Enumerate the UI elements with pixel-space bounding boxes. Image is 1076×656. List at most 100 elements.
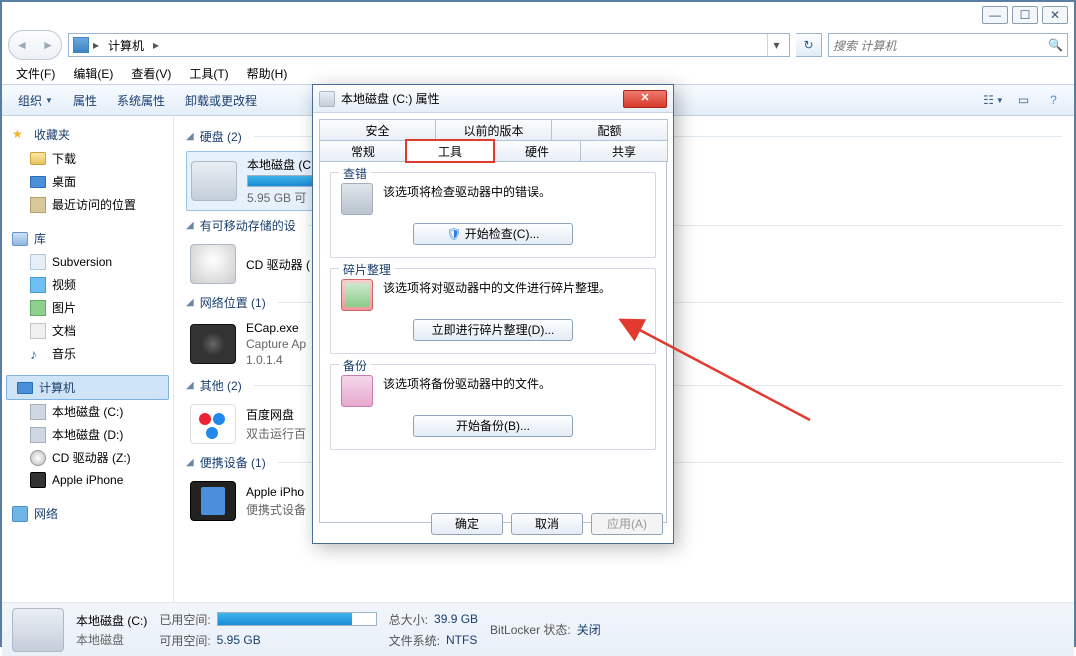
usage-meter <box>217 612 377 626</box>
star-icon: ★ <box>12 127 28 143</box>
used-label: 已用空间: <box>159 611 210 628</box>
search-input[interactable]: 搜索 计算机 🔍 <box>828 33 1068 57</box>
collapse-icon[interactable]: ◢ <box>186 131 194 142</box>
sidebar-item-downloads[interactable]: 下载 <box>2 147 173 170</box>
organize-button[interactable]: 组织▼ <box>10 88 61 113</box>
recent-icon <box>30 197 46 213</box>
menu-tools[interactable]: 工具(T) <box>181 63 236 84</box>
menu-help[interactable]: 帮助(H) <box>239 63 296 84</box>
check-error-group: 查错 该选项将检查驱动器中的错误。 🛡开始检查(C)... <box>330 172 656 258</box>
navigation-pane: ★收藏夹 下载 桌面 最近访问的位置 库 Subversion 视频 图片 文档… <box>2 116 174 602</box>
desktop-icon <box>30 176 46 188</box>
sidebar-item-subversion[interactable]: Subversion <box>2 251 173 273</box>
defrag-now-button[interactable]: 立即进行碎片整理(D)... <box>413 319 573 341</box>
sidebar-item-cd-drive[interactable]: CD 驱动器 (Z:) <box>2 446 173 469</box>
tab-quota[interactable]: 配额 <box>551 119 668 141</box>
close-button[interactable]: ✕ <box>1042 6 1068 24</box>
defrag-text: 该选项将对驱动器中的文件进行碎片整理。 <box>383 279 645 296</box>
backup-legend: 备份 <box>339 357 371 374</box>
check-error-text: 该选项将检查驱动器中的错误。 <box>383 183 645 200</box>
sidebar-item-drive-c[interactable]: 本地磁盘 (C:) <box>2 400 173 423</box>
tab-hardware[interactable]: 硬件 <box>493 140 581 162</box>
sidebar-item-documents[interactable]: 文档 <box>2 319 173 342</box>
music-icon: ♪ <box>30 346 46 362</box>
pictures-icon <box>30 300 46 316</box>
breadcrumb-computer[interactable]: 计算机 <box>103 34 149 56</box>
defrag-legend: 碎片整理 <box>339 261 395 278</box>
menu-view[interactable]: 查看(V) <box>123 63 179 84</box>
tab-sharing[interactable]: 共享 <box>580 140 668 162</box>
bitlocker-value: 关闭 <box>577 621 601 638</box>
nav-back-forward[interactable]: ◄ ► <box>8 30 62 60</box>
dialog-title: 本地磁盘 (C:) 属性 <box>341 90 617 107</box>
sidebar-item-pictures[interactable]: 图片 <box>2 296 173 319</box>
cancel-button[interactable]: 取消 <box>511 513 583 535</box>
menu-file[interactable]: 文件(F) <box>8 63 63 84</box>
preview-pane-button[interactable]: ▭ <box>1010 89 1036 111</box>
chevron-right-icon[interactable]: ▸ <box>93 38 99 52</box>
backup-group: 备份 该选项将备份驱动器中的文件。 开始备份(B)... <box>330 364 656 450</box>
fs-value: NTFS <box>446 633 477 647</box>
sidebar-item-recent[interactable]: 最近访问的位置 <box>2 193 173 216</box>
drive-icon <box>30 404 46 420</box>
details-pane: 本地磁盘 (C:) 本地磁盘 已用空间: 可用空间:5.95 GB 总大小:39… <box>2 602 1074 656</box>
backup-icon <box>341 375 373 407</box>
start-backup-button[interactable]: 开始备份(B)... <box>413 415 573 437</box>
cd-icon <box>30 450 46 466</box>
sidebar-item-videos[interactable]: 视频 <box>2 273 173 296</box>
network-header[interactable]: 网络 <box>2 501 173 526</box>
fs-label: 文件系统: <box>389 632 440 649</box>
tab-general[interactable]: 常规 <box>319 140 407 162</box>
maximize-button[interactable]: ☐ <box>1012 6 1038 24</box>
library-icon <box>12 232 28 246</box>
refresh-button[interactable]: ↻ <box>796 33 822 57</box>
properties-dialog: 本地磁盘 (C:) 属性 ✕ 安全 以前的版本 配额 常规 工具 硬件 共享 <box>312 84 674 544</box>
system-properties-button[interactable]: 系统属性 <box>109 88 173 113</box>
disk-check-icon <box>341 183 373 215</box>
library-header[interactable]: 库 <box>2 226 173 251</box>
favorites-header[interactable]: ★收藏夹 <box>2 122 173 147</box>
start-check-button[interactable]: 🛡开始检查(C)... <box>413 223 573 245</box>
computer-header[interactable]: 计算机 <box>6 375 169 400</box>
video-icon <box>30 277 46 293</box>
check-error-legend: 查错 <box>339 165 371 182</box>
tab-previous-versions[interactable]: 以前的版本 <box>435 119 552 141</box>
free-label: 可用空间: <box>159 632 210 649</box>
properties-button[interactable]: 属性 <box>65 88 105 113</box>
address-bar[interactable]: ▸ 计算机 ▸ ▾ <box>68 33 790 57</box>
sidebar-item-desktop[interactable]: 桌面 <box>2 170 173 193</box>
baidu-icon <box>190 404 236 444</box>
dialog-close-button[interactable]: ✕ <box>623 90 667 108</box>
chevron-right-icon[interactable]: ▸ <box>153 38 159 52</box>
folder-icon <box>30 254 46 270</box>
sidebar-item-music[interactable]: ♪音乐 <box>2 342 173 365</box>
back-icon[interactable]: ◄ <box>9 31 35 59</box>
menu-edit[interactable]: 编辑(E) <box>65 63 121 84</box>
tab-security[interactable]: 安全 <box>319 119 436 141</box>
address-dropdown[interactable]: ▾ <box>767 34 785 56</box>
sidebar-item-iphone[interactable]: Apple iPhone <box>2 469 173 491</box>
folder-icon <box>30 152 46 165</box>
cd-icon <box>190 244 236 284</box>
drive-icon <box>30 427 46 443</box>
iphone-icon <box>190 481 236 521</box>
sidebar-item-drive-d[interactable]: 本地磁盘 (D:) <box>2 423 173 446</box>
help-icon[interactable]: ? <box>1040 89 1066 111</box>
apply-button[interactable]: 应用(A) <box>591 513 663 535</box>
uninstall-button[interactable]: 卸载或更改程 <box>177 88 265 113</box>
network-icon <box>12 506 28 522</box>
ok-button[interactable]: 确定 <box>431 513 503 535</box>
computer-icon <box>73 37 89 53</box>
forward-icon[interactable]: ► <box>35 31 61 59</box>
search-placeholder: 搜索 计算机 <box>833 37 896 54</box>
search-icon[interactable]: 🔍 <box>1048 38 1063 52</box>
drive-icon <box>12 608 64 652</box>
drive-icon <box>319 91 335 107</box>
details-subtitle: 本地磁盘 <box>76 631 147 648</box>
tab-tools[interactable]: 工具 <box>406 140 494 162</box>
defrag-group: 碎片整理 该选项将对驱动器中的文件进行碎片整理。 立即进行碎片整理(D)... <box>330 268 656 354</box>
documents-icon <box>30 323 46 339</box>
backup-text: 该选项将备份驱动器中的文件。 <box>383 375 645 392</box>
minimize-button[interactable]: — <box>982 6 1008 24</box>
view-mode-button[interactable]: ☷▼ <box>980 89 1006 111</box>
